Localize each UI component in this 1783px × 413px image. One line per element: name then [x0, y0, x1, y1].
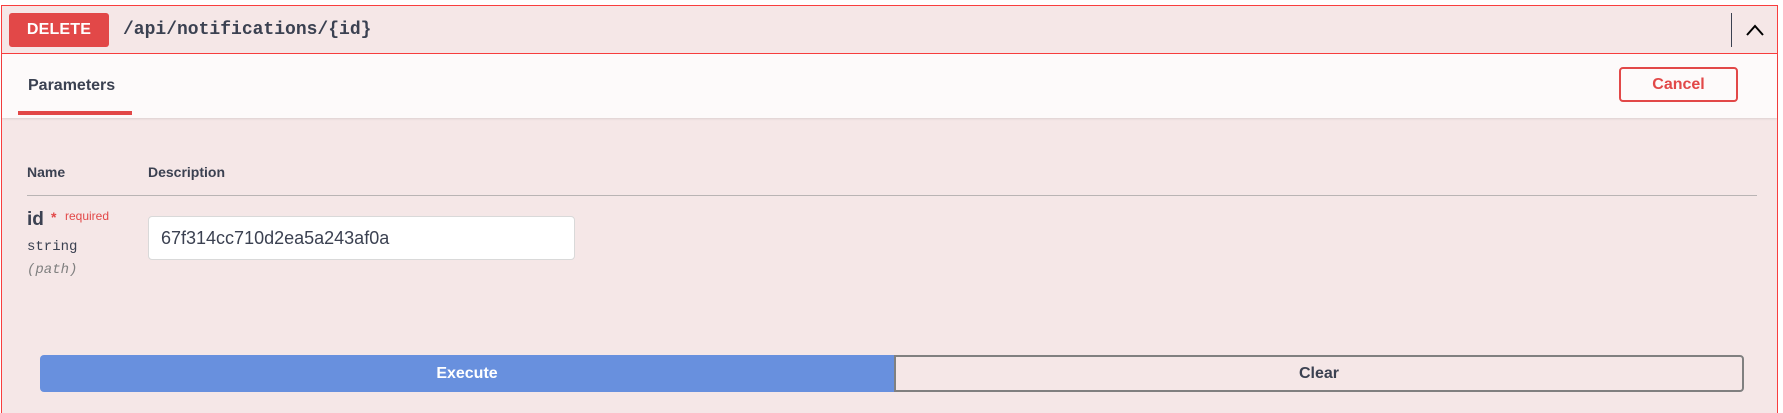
column-header-name: Name	[27, 164, 66, 180]
execute-wrapper: Execute Clear	[40, 355, 1744, 392]
required-label: required	[65, 209, 110, 223]
operation-summary[interactable]: DELETE /api/notifications/{id}	[2, 6, 1777, 54]
id-parameter-input[interactable]	[148, 216, 575, 260]
required-asterisk: *	[51, 209, 57, 225]
collapse-button[interactable]	[1731, 13, 1777, 47]
http-method-badge: DELETE	[9, 13, 109, 47]
endpoint-path: /api/notifications/{id}	[123, 20, 372, 40]
parameter-name: id	[27, 209, 44, 230]
tab-parameters[interactable]: Parameters	[18, 54, 132, 118]
chevron-up-icon	[1745, 24, 1764, 36]
execute-button[interactable]: Execute	[40, 355, 894, 392]
tab-active-indicator	[18, 111, 132, 115]
cancel-button[interactable]: Cancel	[1619, 67, 1738, 102]
parameter-location: (path)	[27, 262, 78, 278]
operation-block-delete: DELETE /api/notifications/{id} Parameter…	[1, 5, 1778, 413]
table-header-divider	[27, 195, 1757, 196]
clear-button[interactable]: Clear	[894, 355, 1744, 392]
parameters-tab-header: Parameters Cancel	[2, 54, 1777, 118]
parameter-type: string	[27, 239, 78, 255]
tab-parameters-label: Parameters	[28, 77, 116, 94]
column-header-description: Description	[148, 164, 226, 180]
